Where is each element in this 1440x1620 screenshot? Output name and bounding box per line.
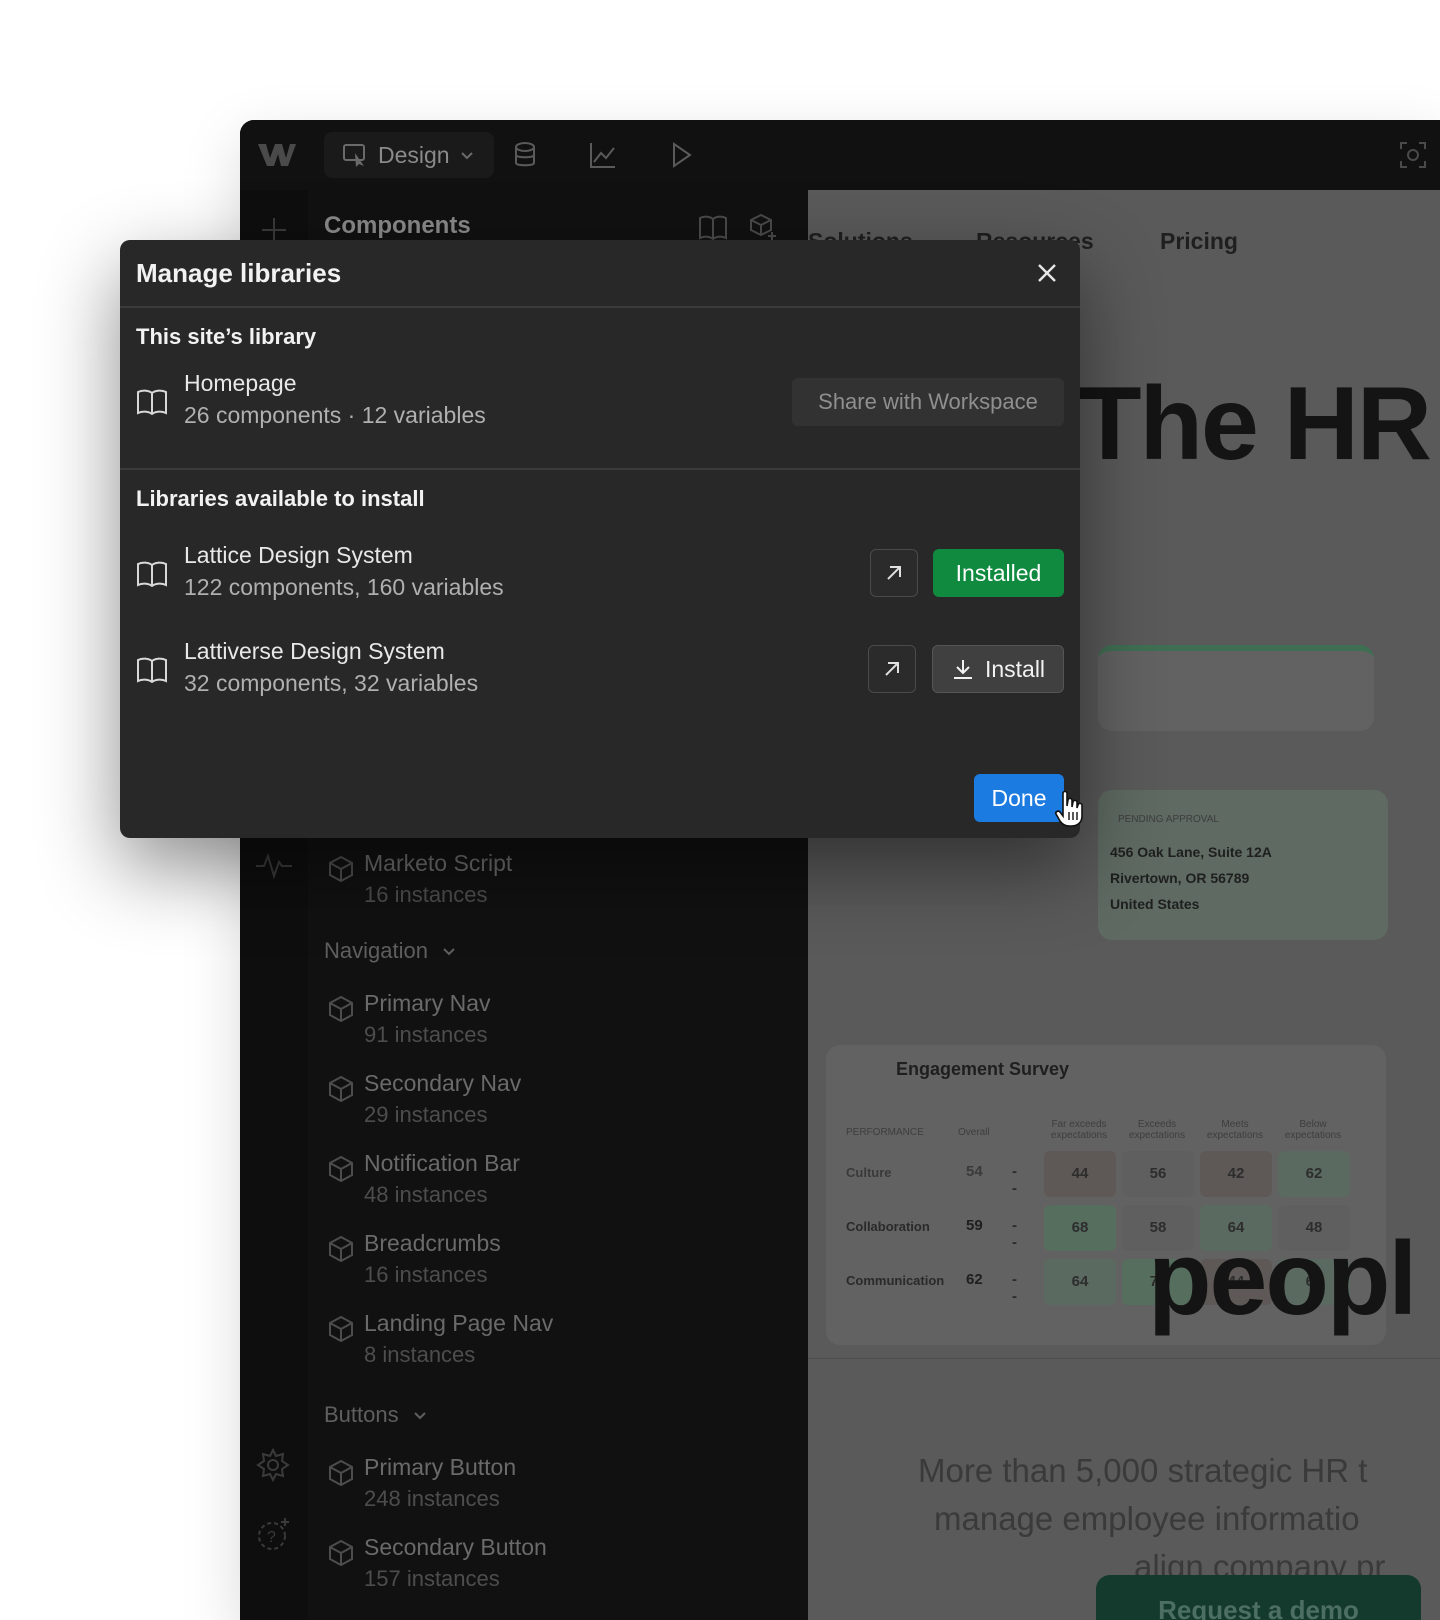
chevron-down-icon [413, 1412, 426, 1420]
modal-title: Manage libraries [136, 258, 342, 288]
download-icon [953, 660, 972, 679]
panel-title: Components [324, 212, 471, 239]
component-cube-icon [329, 1315, 353, 1343]
hero-heading-2: peopl [1148, 1221, 1417, 1337]
available-libraries-heading: Libraries available to install [136, 486, 425, 511]
open-library-button[interactable] [870, 549, 918, 597]
group-toggle-navigation[interactable]: Navigation [324, 938, 456, 964]
survey-header: PERFORMANCE [846, 1127, 924, 1138]
library-row: Lattiverse Design System 32 components, … [120, 638, 1080, 708]
survey-header: Overall [958, 1127, 990, 1138]
survey-header: Exceeds expectations [1128, 1119, 1186, 1141]
component-cube-icon [329, 1075, 353, 1103]
site-library-heading: This site’s library [136, 324, 317, 349]
pending-badge: PENDING APPROVAL [1118, 814, 1219, 825]
library-name: Homepage [184, 370, 297, 396]
group-toggle-buttons[interactable]: Buttons [324, 1402, 427, 1428]
survey-title: Engagement Survey [896, 1059, 1070, 1079]
site-library-row: Homepage 26 components · 12 variables Sh… [120, 370, 1080, 440]
library-book-icon[interactable] [698, 212, 728, 242]
component-cube-icon [329, 995, 353, 1023]
survey-header: Meets expectations [1206, 1119, 1264, 1141]
library-name: Lattice Design System [184, 542, 413, 568]
component-cube-icon [329, 855, 353, 883]
address-line: 456 Oak Lane, Suite 12A [1110, 844, 1272, 860]
open-library-button[interactable] [868, 645, 916, 693]
address-card: PENDING APPROVAL 456 Oak Lane, Suite 12A… [1098, 790, 1388, 940]
share-with-workspace-button[interactable]: Share with Workspace [792, 378, 1064, 426]
top-toolbar: Design [240, 120, 1440, 191]
hero-heading: The HR [1078, 366, 1432, 482]
component-item[interactable]: Secondary Button 157 instances [326, 1534, 746, 1604]
component-item[interactable]: Notification Bar 48 instances [326, 1150, 746, 1220]
webflow-logo-icon[interactable] [256, 140, 296, 170]
install-button[interactable]: Install [932, 645, 1064, 693]
add-component-icon[interactable] [748, 212, 778, 242]
external-arrow-icon [887, 566, 901, 580]
svg-text:?: ? [267, 1529, 276, 1546]
component-cube-icon [329, 1539, 353, 1567]
hero-subtitle-line: manage employee informatio [934, 1500, 1360, 1537]
site-nav-pricing: Pricing [1160, 228, 1238, 254]
component-cube-icon [329, 1459, 353, 1487]
hero-card [1098, 645, 1374, 731]
activity-icon[interactable] [254, 850, 294, 880]
analytics-icon[interactable] [588, 140, 618, 170]
request-demo-button[interactable]: Request a demo [1096, 1575, 1421, 1620]
address-line: United States [1110, 896, 1200, 912]
done-button[interactable]: Done [974, 774, 1064, 822]
cursor-select-icon [343, 144, 365, 167]
help-icon[interactable]: ? [256, 1516, 292, 1552]
component-item[interactable]: Marketo Script 16 instances [326, 850, 746, 920]
database-icon[interactable] [510, 140, 540, 170]
chevron-down-icon [460, 152, 473, 160]
modal-header: Manage libraries [120, 240, 1080, 308]
library-row: Lattice Design System 122 components, 16… [120, 542, 1080, 612]
installed-button[interactable]: Installed [933, 549, 1064, 597]
library-name: Lattiverse Design System [184, 638, 445, 664]
section-divider [120, 468, 1080, 470]
install-label: Install [984, 655, 1046, 682]
library-meta: 26 components · 12 variables [184, 402, 486, 428]
canvas-divider [808, 1358, 1440, 1359]
screenshot-target-icon[interactable] [1398, 140, 1428, 170]
component-cube-icon [329, 1155, 353, 1183]
component-cube-icon [329, 1235, 353, 1263]
library-book-icon [137, 561, 167, 588]
library-book-icon [137, 657, 167, 684]
component-item[interactable]: Landing Page Nav 8 instances [326, 1310, 746, 1380]
library-meta: 32 components, 32 variables [184, 670, 479, 696]
library-book-icon [137, 389, 167, 416]
hand-pointer-cursor-icon [1055, 790, 1083, 827]
address-line: Rivertown, OR 56789 [1110, 870, 1250, 886]
mode-label: Design [378, 141, 450, 168]
library-meta: 122 components, 160 variables [184, 574, 504, 600]
settings-gear-icon[interactable] [256, 1448, 290, 1482]
hero-subtitle-line: More than 5,000 strategic HR t [918, 1452, 1368, 1489]
component-item[interactable]: Primary Nav 91 instances [326, 990, 746, 1060]
component-item[interactable]: Breadcrumbs 16 instances [326, 1230, 746, 1300]
manage-libraries-modal: Manage libraries This site’s library Hom… [120, 240, 1080, 838]
external-arrow-icon [885, 662, 899, 676]
survey-header: Below expectations [1284, 1119, 1342, 1141]
close-icon[interactable] [1032, 258, 1062, 288]
chevron-down-icon [443, 948, 455, 956]
play-icon[interactable] [666, 140, 696, 170]
component-item[interactable]: Primary Button 248 instances [326, 1454, 746, 1524]
design-mode-dropdown[interactable]: Design [324, 132, 494, 178]
component-item[interactable]: Secondary Nav 29 instances [326, 1070, 746, 1140]
survey-header: Far exceeds expectations [1050, 1119, 1108, 1141]
